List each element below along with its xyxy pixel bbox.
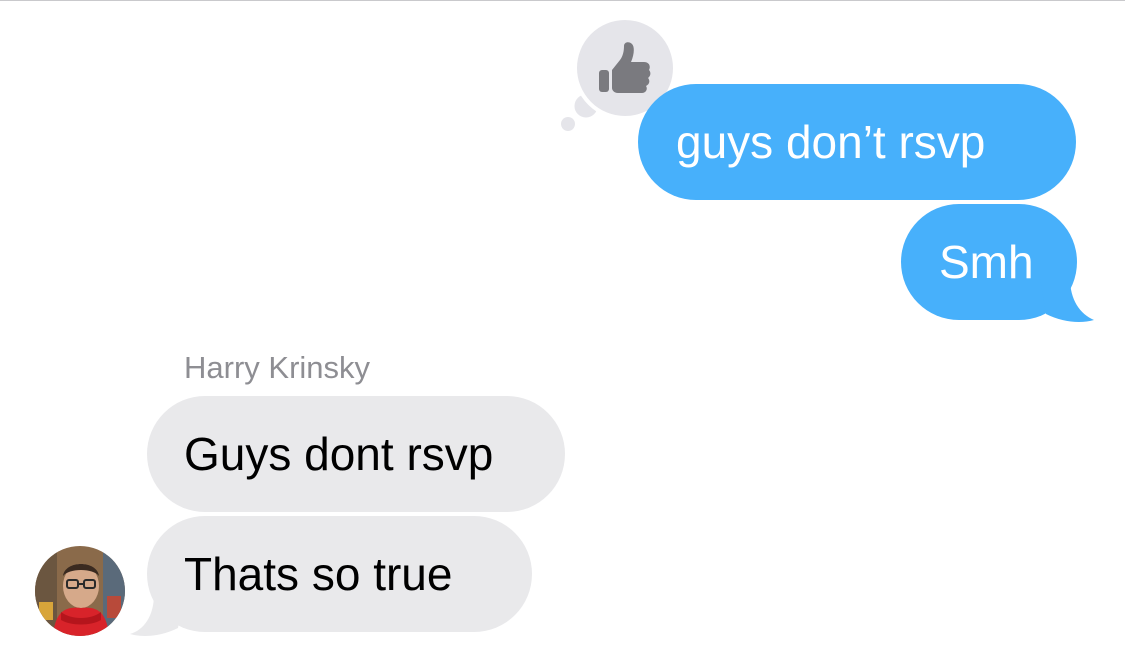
tapback-tail-small-dot — [561, 117, 575, 131]
message-thread: guys don’t rsvp Smh Harry Krinsky Guys d… — [0, 0, 1125, 672]
sender-name: Harry Krinsky — [184, 350, 371, 385]
message-text: Guys dont rsvp — [184, 428, 494, 480]
incoming-message-bubble[interactable]: Guys dont rsvp — [147, 396, 565, 512]
incoming-bubble-tail — [130, 594, 184, 636]
message-text: Smh — [939, 236, 1034, 288]
outgoing-message-bubble[interactable]: guys don’t rsvp — [638, 84, 1076, 200]
message-text: guys don’t rsvp — [676, 116, 986, 168]
outgoing-bubble-tail — [1040, 278, 1094, 322]
top-divider — [0, 0, 1125, 1]
avatar[interactable] — [35, 546, 125, 636]
message-text: Thats so true — [184, 548, 453, 600]
incoming-message-bubble[interactable]: Thats so true — [147, 516, 532, 632]
